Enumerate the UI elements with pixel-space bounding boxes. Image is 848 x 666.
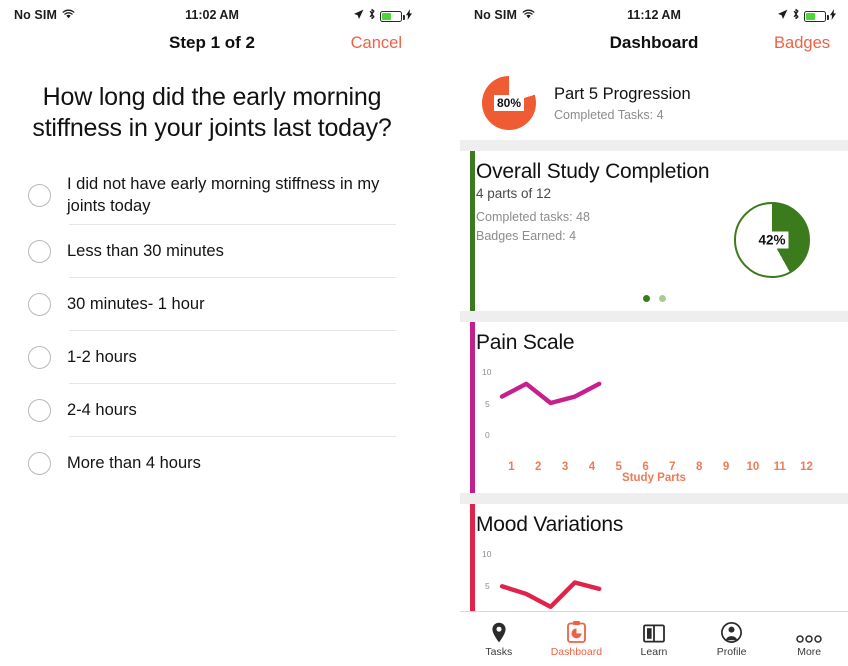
overall-study-completion-card[interactable]: Overall Study Completion 4 parts of 12 C… [460,151,848,311]
radio-button[interactable] [28,345,51,369]
survey-screen: No SIM 11:02 AM Step 1 of 2 Cancel How l… [0,0,424,666]
radio-button[interactable] [28,292,51,316]
option-row[interactable]: 2-4 hours [0,384,424,436]
bluetooth-icon [368,7,376,25]
section-gap [460,140,848,151]
dashboard-screen: No SIM 11:12 AM Dashboard Badges 80% Par… [460,0,848,666]
option-row[interactable]: 1-2 hours [0,331,424,383]
tab-label: Profile [716,645,747,658]
navigation-bar-left: Step 1 of 2 Cancel [0,30,424,64]
part-progression-subtitle: Completed Tasks: 4 [554,107,664,122]
book-icon [643,621,665,643]
answer-options-list: I did not have early morning stiffness i… [0,166,424,489]
bottom-tab-bar: Tasks Dashboard Learn Profile More [460,611,848,666]
status-bar-indicators [777,7,836,25]
option-label: Less than 30 minutes [67,242,224,260]
part-progress-pie-chart: 80% [482,76,536,130]
part-progression-title: Part 5 Progression [554,84,691,103]
tab-label: Dashboard [550,645,603,658]
part-progression-text: Part 5 Progression Completed Tasks: 4 [554,85,691,122]
section-gap [460,311,848,322]
tab-label: Learn [640,645,668,658]
radio-button[interactable] [28,183,51,207]
card-accent-bar [470,322,475,493]
badges-button[interactable]: Badges [774,34,830,53]
option-row[interactable]: More than 4 hours [0,437,424,489]
question-text: How long did the early morning stiffness… [32,83,392,142]
charging-bolt-icon [406,7,412,25]
option-label: 2-4 hours [67,401,137,419]
overall-pie-wrapper: 42% [734,202,810,278]
ellipsis-icon [796,621,822,643]
card-pager[interactable] [460,295,848,302]
status-bar-indicators [353,7,412,25]
tab-label: More [797,645,822,658]
cancel-button[interactable]: Cancel [351,34,402,53]
option-row[interactable]: Less than 30 minutes [0,225,424,277]
tab-learn[interactable]: Learn [615,612,693,666]
section-gap [460,493,848,504]
x-axis-title: Study Parts [622,472,686,484]
pain-scale-chart: 10 5 0 1 2 3 4 5 6 7 8 9 10 11 12 [476,357,848,485]
option-label: 30 minutes- 1 hour [67,295,205,313]
part-progression-row[interactable]: 80% Part 5 Progression Completed Tasks: … [460,64,848,140]
radio-button[interactable] [28,451,51,475]
radio-button[interactable] [28,398,51,422]
status-bar-left: No SIM 11:02 AM [0,0,424,30]
tab-dashboard[interactable]: Dashboard [538,612,616,666]
bluetooth-icon [792,7,800,25]
location-arrow-icon [353,7,364,25]
option-row[interactable]: I did not have early morning stiffness i… [0,166,424,224]
location-arrow-icon [777,7,788,25]
overall-completion-pie-chart: 42% [734,202,810,278]
pain-scale-title: Pain Scale [476,331,575,354]
radio-button[interactable] [28,239,51,263]
tab-more[interactable]: More [770,612,848,666]
status-bar-right: No SIM 11:12 AM [460,0,848,30]
overall-percent-label: 42% [755,231,789,249]
map-pin-icon [491,621,507,643]
tab-tasks[interactable]: Tasks [460,612,538,666]
part-progress-percent: 80% [493,95,525,111]
pager-dot-active[interactable] [642,295,650,302]
option-label: More than 4 hours [67,454,201,472]
person-icon [721,621,743,643]
option-label: I did not have early morning stiffness i… [67,175,380,215]
battery-icon [380,10,405,22]
clipboard-chart-icon [566,620,586,643]
battery-icon [804,10,829,22]
charging-bolt-icon [830,7,836,25]
tab-label: Tasks [485,645,513,658]
navigation-bar-right: Dashboard Badges [460,30,848,64]
tab-profile[interactable]: Profile [693,612,771,666]
pager-dot[interactable] [658,295,666,302]
pain-scale-card[interactable]: Pain Scale 10 5 0 1 2 3 4 5 6 7 8 9 10 11 12 Study … [460,322,848,493]
option-row[interactable]: 30 minutes- 1 hour [0,278,424,330]
overall-card-title: Overall Study Completion [476,160,710,183]
mood-variations-title: Mood Variations [476,513,624,536]
option-label: 1-2 hours [67,348,137,366]
card-accent-bar [470,151,475,311]
